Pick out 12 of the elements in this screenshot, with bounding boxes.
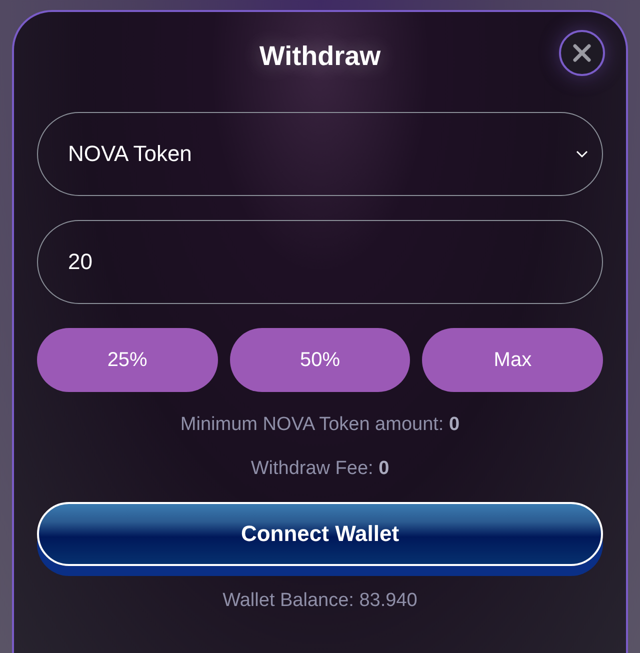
info-text: Withdraw Fee: 0 <box>250 458 390 480</box>
token-select[interactable]: NOVA Token <box>37 112 603 196</box>
percentage-button[interactable]: 50% <box>230 328 410 392</box>
close-icon <box>572 43 592 63</box>
info-text: Minimum NOVA Token amount: 0 <box>179 414 461 436</box>
percentage-button[interactable]: 25% <box>37 328 218 392</box>
percentage-button[interactable]: Max <box>422 328 604 392</box>
dialog-title: Withdraw <box>259 40 381 72</box>
amount-field[interactable]: 20 <box>37 220 603 304</box>
chevron-down-icon <box>576 150 588 158</box>
wallet-balance: Wallet Balance: 83.940 <box>222 590 418 612</box>
close-button[interactable] <box>559 30 605 76</box>
